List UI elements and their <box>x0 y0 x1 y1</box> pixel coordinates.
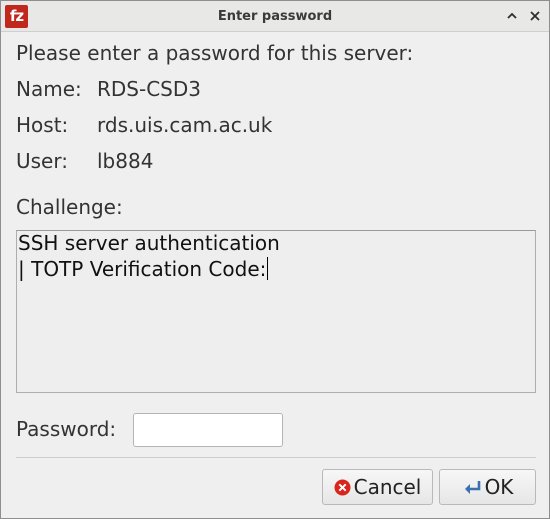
enter-arrow-icon <box>462 479 482 496</box>
dialog-body: Please enter a password for this server:… <box>16 32 536 518</box>
user-label: User: <box>16 149 68 173</box>
cancel-button[interactable]: Cancel <box>322 469 433 505</box>
divider <box>16 457 536 458</box>
challenge-line: | TOTP Verification Code: <box>18 257 267 281</box>
host-label: Host: <box>16 113 69 137</box>
window-title: Enter password <box>217 9 333 24</box>
text-caret <box>267 257 269 280</box>
challenge-textarea[interactable]: SSH server authentication | TOTP Verific… <box>16 230 536 393</box>
ok-label: OK <box>484 475 514 499</box>
prompt-text: Please enter a password for this server: <box>16 41 414 65</box>
challenge-label: Challenge: <box>16 195 123 219</box>
challenge-line: SSH server authentication <box>18 231 280 255</box>
password-label: Password: <box>16 417 117 441</box>
name-value: RDS-CSD3 <box>97 77 201 101</box>
cancel-icon <box>334 479 351 496</box>
close-button[interactable] <box>526 7 544 25</box>
ok-button[interactable]: OK <box>439 469 536 505</box>
chevron-up-icon <box>507 12 517 19</box>
challenge-line-with-caret: | TOTP Verification Code: <box>18 257 269 281</box>
cancel-label: Cancel <box>353 475 422 499</box>
title-bar[interactable]: fz Enter password <box>1 1 549 32</box>
name-label: Name: <box>16 77 82 101</box>
collapse-button[interactable] <box>503 7 521 25</box>
close-icon <box>530 11 540 21</box>
host-value: rds.uis.cam.ac.uk <box>97 113 273 137</box>
password-dialog: fz Enter password Please enter a passwor… <box>0 0 550 519</box>
user-value: lb884 <box>97 149 154 173</box>
password-input[interactable] <box>133 413 283 447</box>
